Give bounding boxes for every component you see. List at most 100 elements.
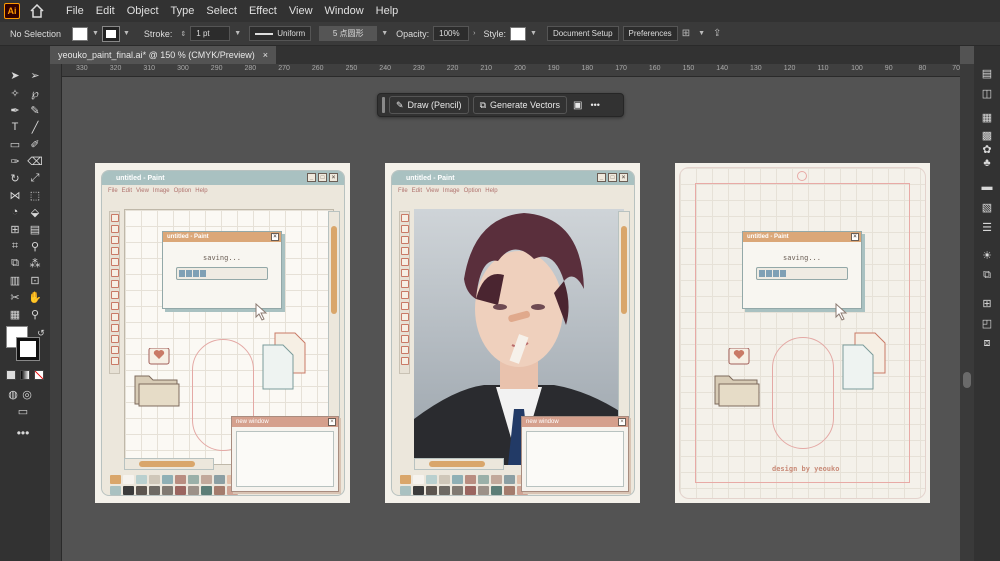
- pen-tool-icon[interactable]: ✒: [8, 103, 22, 117]
- color-panel-icon[interactable]: ▦: [980, 110, 994, 124]
- right-panel-dock: ▤ ◫ ▦ ▩ ✿ ♣ ▬ ▧ ☰ ☀ ⧉ ⊞ ◰ ⧈: [974, 46, 1000, 561]
- shape-builder-icon[interactable]: ◔: [8, 205, 22, 219]
- layers-panel-icon[interactable]: ⊞: [980, 296, 994, 310]
- generate-vectors-button[interactable]: ⧉ Generate Vectors: [472, 96, 568, 114]
- vertical-scrollbar[interactable]: [960, 64, 974, 561]
- gradient-panel-icon[interactable]: ▧: [980, 200, 994, 214]
- menu-edit[interactable]: Edit: [90, 5, 121, 17]
- scale-icon[interactable]: ⤢: [28, 171, 42, 185]
- drag-handle[interactable]: [382, 97, 385, 113]
- chevron-down-icon[interactable]: ▼: [698, 30, 705, 37]
- print-tiling-icon[interactable]: ▦: [8, 307, 22, 321]
- fill-swatch[interactable]: [72, 26, 88, 41]
- graph-tool-icon[interactable]: ▥: [8, 273, 22, 287]
- more-tools-icon[interactable]: •••: [16, 426, 30, 440]
- stroke-weight-field[interactable]: 1 pt: [190, 26, 231, 41]
- stroke-panel-icon[interactable]: ▬: [980, 180, 994, 194]
- opacity-field[interactable]: 100%: [433, 26, 470, 41]
- stroke-profile-select[interactable]: Uniform: [249, 26, 312, 41]
- menu-type[interactable]: Type: [165, 5, 201, 17]
- magic-wand-icon[interactable]: ✧: [8, 86, 22, 100]
- menu-effect[interactable]: Effect: [243, 5, 283, 17]
- chevron-down-icon[interactable]: ▼: [381, 30, 388, 37]
- swap-colors-icon[interactable]: ↺: [34, 326, 48, 340]
- stepper-icon[interactable]: ⇕: [180, 30, 186, 38]
- gradient-icon[interactable]: ▤: [28, 222, 42, 236]
- blend-icon[interactable]: ⧉: [8, 256, 22, 270]
- shaper-tool-icon[interactable]: ✑: [8, 154, 22, 168]
- line-tool-icon[interactable]: ╱: [28, 120, 42, 134]
- libraries-panel-icon[interactable]: ◫: [980, 86, 994, 100]
- close-icon[interactable]: ×: [263, 50, 268, 60]
- progress-bar: [176, 267, 268, 280]
- share-icon[interactable]: ⇪: [713, 28, 721, 39]
- brushes-panel-icon[interactable]: ✿: [980, 142, 994, 156]
- type-tool-icon[interactable]: T: [8, 120, 22, 134]
- artboard-3[interactable]: untitled - Paint × saving... design by ye…: [675, 163, 930, 503]
- menu-file[interactable]: File: [60, 5, 90, 17]
- mesh-icon[interactable]: ⌗: [8, 239, 22, 253]
- arrange-icon[interactable]: ⊞: [682, 28, 690, 39]
- draw-behind-icon[interactable]: ◎: [20, 387, 34, 401]
- chevron-down-icon[interactable]: ▼: [92, 30, 99, 37]
- transparency-panel-icon[interactable]: ☰: [980, 220, 994, 234]
- none-mode-icon[interactable]: [34, 370, 44, 380]
- chevron-down-icon[interactable]: ▼: [234, 30, 241, 37]
- color-mode-icon[interactable]: [6, 370, 16, 380]
- draw-pencil-button[interactable]: ✎ Draw (Pencil): [389, 96, 469, 114]
- palette-swatch: [413, 486, 424, 495]
- screen-mode-icon[interactable]: ▭: [16, 404, 30, 418]
- stroke-swatch[interactable]: [101, 25, 120, 42]
- scroll-thumb[interactable]: [963, 372, 971, 388]
- chevron-down-icon[interactable]: ▼: [123, 30, 130, 37]
- image-icon[interactable]: ▣: [573, 100, 582, 111]
- menu-window[interactable]: Window: [319, 5, 370, 17]
- appearance-panel-icon[interactable]: ☀: [980, 248, 994, 262]
- rotate-icon[interactable]: ↻: [8, 171, 22, 185]
- lasso-icon[interactable]: ℘: [28, 86, 42, 100]
- hand-tool-icon[interactable]: ✋: [28, 290, 42, 304]
- selection-tool-icon[interactable]: ➤: [8, 68, 22, 82]
- menu-select[interactable]: Select: [200, 5, 243, 17]
- preferences-button[interactable]: Preferences: [622, 26, 678, 41]
- artboard-2[interactable]: untitled - Paint _ □ × File Edit View Imag…: [385, 163, 640, 503]
- symbol-sprayer-icon[interactable]: ⁂: [28, 256, 42, 270]
- properties-panel-icon[interactable]: ▤: [980, 66, 994, 80]
- slice-tool-icon[interactable]: ✂: [8, 290, 22, 304]
- curvature-tool-icon[interactable]: ✎: [28, 103, 42, 117]
- rectangle-tool-icon[interactable]: ▭: [8, 137, 22, 151]
- menu-help[interactable]: Help: [370, 5, 405, 17]
- palette-swatch: [162, 475, 173, 484]
- links-panel-icon[interactable]: ⧈: [980, 336, 994, 350]
- chevron-down-icon[interactable]: ▼: [530, 30, 537, 37]
- graphic-styles-icon[interactable]: ⧉: [980, 268, 994, 282]
- swatches-panel-icon[interactable]: ▩: [980, 128, 994, 142]
- gradient-mode-icon[interactable]: [20, 370, 30, 380]
- document-setup-button[interactable]: Document Setup: [546, 26, 619, 41]
- more-options-icon[interactable]: •••: [591, 100, 600, 110]
- brush-select[interactable]: 5 点圆形: [319, 26, 378, 41]
- direct-selection-tool-icon[interactable]: ➢: [28, 68, 42, 82]
- chevron-right-icon[interactable]: ›: [473, 30, 475, 37]
- draw-pencil-label: Draw (Pencil): [407, 100, 462, 110]
- width-tool-icon[interactable]: ⋈: [8, 188, 22, 202]
- home-icon[interactable]: [30, 4, 44, 18]
- draw-mode-icon[interactable]: ◍: [6, 387, 20, 401]
- eraser-icon[interactable]: ⌫: [27, 154, 43, 168]
- symbols-panel-icon[interactable]: ♣: [980, 156, 994, 170]
- free-transform-icon[interactable]: ⬚: [28, 188, 42, 202]
- paintbrush-icon[interactable]: ✐: [28, 137, 42, 151]
- stroke-color-swatch[interactable]: [16, 337, 40, 361]
- zoom-icon[interactable]: ⚲: [28, 307, 42, 321]
- new-window: new window ×: [231, 416, 339, 492]
- document-tab[interactable]: yeouko_paint_final.ai* @ 150 % (CMYK/Pre…: [50, 46, 276, 64]
- menu-view[interactable]: View: [283, 5, 319, 17]
- menu-object[interactable]: Object: [121, 5, 165, 17]
- artboards-panel-icon[interactable]: ◰: [980, 316, 994, 330]
- perspective-grid-icon[interactable]: ⊞: [8, 222, 22, 236]
- eyedropper-icon[interactable]: ⚲: [28, 239, 42, 253]
- live-paint-icon[interactable]: ⬙: [28, 205, 42, 219]
- artboard-tool-icon[interactable]: ⊡: [28, 273, 42, 287]
- artboard-1[interactable]: untitled - Paint _ □ × File Edit View Imag…: [95, 163, 350, 503]
- style-swatch[interactable]: [510, 26, 527, 41]
